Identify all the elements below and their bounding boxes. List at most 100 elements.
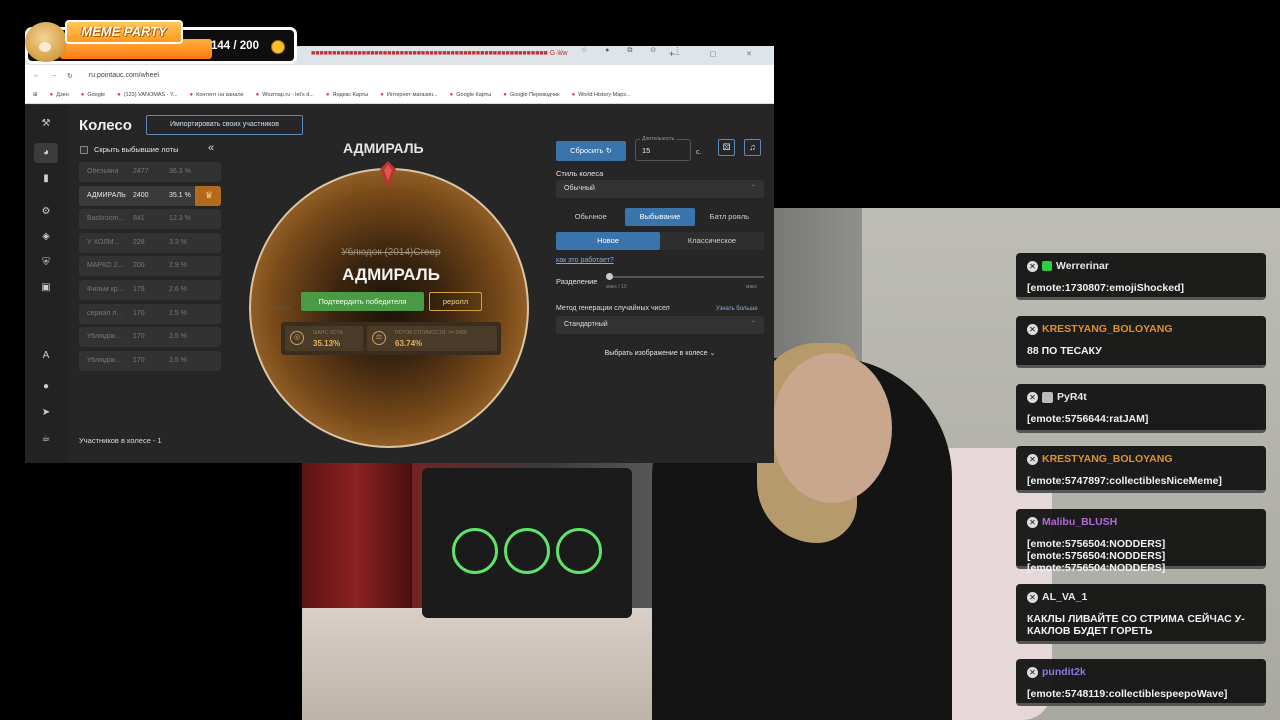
chat-message: ✕ KRESTYANG_BOLOYANG 88 ПО ТЕСАКУ [1016,316,1266,368]
import-participants-button[interactable]: Импортировать своих участников [146,115,303,135]
bookmark[interactable]: Контент на канале [190,92,243,98]
lots-list: Обезьяна 2477 36.3 % АДМИРАЛЬ 2400 35.1 % ♛ B… [79,162,221,374]
lot-item-winner[interactable]: АДМИРАЛЬ 2400 35.1 % ♛ [79,185,221,206]
winner-name: АДМИРАЛЬ [342,265,440,284]
bookmark[interactable]: Дзен [50,92,68,98]
how-it-works-link[interactable]: как это работает? [556,257,614,264]
wheel-style-select[interactable]: Обычный [556,179,764,198]
mode-battle-royale[interactable]: Батл рояль [695,208,764,226]
mode-elimination[interactable]: Выбывание [625,208,695,226]
lot-item[interactable]: Ублюдок... 170 2.5 % [79,327,221,348]
lot-name: Обезьяна [87,168,119,175]
lot-item[interactable]: Ублюдок... 170 2.5 % [79,350,221,371]
apps-icon[interactable]: ⊞ [33,92,38,98]
lot-item[interactable]: У ХОЛМ... 228 3.3 % [79,232,221,253]
close-icon: ✕ [1027,260,1038,272]
variant-classic[interactable]: Классическое [660,232,764,250]
bookmark[interactable]: Google Карты [450,92,491,98]
slider-handle[interactable] [606,273,613,280]
winner-heading: АДМИРАЛЬ [343,140,424,156]
chat-username: Malibu_BLUSH [1042,516,1118,528]
bookmark[interactable]: Wozmap.ru - let's d... [256,92,314,98]
gear-icon[interactable]: ⚙ [39,205,53,219]
learn-more-link[interactable]: Узнать больше [716,306,758,312]
split-slider[interactable] [606,273,764,280]
stats-icon[interactable]: ▮ [39,172,53,186]
translate-icon[interactable]: A [39,349,53,363]
auction-icon[interactable]: ⚒ [39,117,53,131]
back-icon[interactable]: ← [33,72,40,79]
music-icon[interactable]: ♫ [744,139,761,156]
bookmark[interactable]: Google [81,92,105,98]
lot-name: У ХОЛМ... [87,238,120,246]
reset-button[interactable]: Сбросить ↻ [556,141,626,161]
chat-username: pundit2k [1042,666,1086,678]
reroll-button[interactable]: реролл [429,292,482,311]
chat-username: PyR4t [1057,391,1087,403]
forward-icon[interactable]: → [50,72,57,79]
pick-image-dropdown[interactable]: Выбрать изображение в колесе ⌄ [556,349,764,357]
lot-percent: 12.3 % [169,215,191,223]
shield-icon[interactable]: ⛨ [39,256,53,270]
chat-message: ✕ AL_VA_1 КАКЛЫ ЛИВАЙТЕ СО СТРИМА СЕЙЧАС … [1016,584,1266,644]
wheel-icon[interactable]: ◕ [34,143,58,163]
bookmark[interactable]: Яндекс Карты [326,92,369,98]
toolbar-icons[interactable]: ⋯ ☆ ● ⧉ ⊙ ⋮ [556,46,766,55]
media-icon[interactable]: ▣ [39,281,53,295]
lot-percent: 2.5 % [169,333,187,341]
layers-icon[interactable]: ◈ [39,230,53,244]
rng-label: Метод генерации случайных чисел [556,305,670,312]
split-max-label: макс [746,284,757,290]
refresh-icon: ↻ [605,146,612,155]
bookmark[interactable]: World History Maps... [572,92,630,98]
lot-amount: 170 [133,356,145,364]
loss-value: 63.74% [395,339,423,348]
mode-normal[interactable]: Обычное [556,208,625,226]
lot-chance-value: 35.13% [313,339,341,348]
loss-label: ПОТОК СТОИМОСТИ: >= 2400 [395,330,467,336]
lot-item[interactable]: Фильм кр... 179 2.6 % [79,279,221,300]
chat-username: Werrerinar [1056,260,1109,272]
url-field[interactable]: ru.pointauc.com/wheel [89,72,159,79]
rng-select[interactable]: Стандартный [556,315,764,334]
variant-new[interactable]: Новое [556,232,660,250]
checkbox[interactable] [80,145,88,154]
hide-dropped-label: Скрыть выбывшие лоты [94,145,179,154]
telegram-icon[interactable]: ➤ [39,406,53,420]
bookmark[interactable]: Google Переводчик [503,92,560,98]
chat-message: ✕ Werrerinar [emote:1730807:emojiShocked] [1016,253,1266,300]
lot-name: Ублюдок... [87,356,122,364]
collapse-icon[interactable]: « [208,142,214,154]
wheel-app: ⚒ ◕ ▮ ⚙ ◈ ⛨ ▣ A ● ➤ ☕ Колесо Импортирова… [25,105,774,463]
lot-percent: 2.5 % [169,356,187,364]
stream-scene: ■■■■■■■■■■■■■■■■■■■■■■■■■■■■■■■■■■■■■■■■… [0,0,1280,720]
chat-text: [emote:5747897:collectiblesNiceMeme] [1027,475,1222,487]
chat-username: KRESTYANG_BOLOYANG [1042,453,1173,465]
donate-icon[interactable]: ☕ [39,432,53,446]
bookmark[interactable]: (123) VANOMAS - Y... [117,92,178,98]
reset-label: Сбросить [570,146,604,155]
duration-value[interactable]: 15 [642,146,650,155]
lot-item[interactable]: Обезьяна 2477 36.3 % [79,162,221,182]
lot-name: сериал л... [87,309,123,317]
github-icon[interactable]: ● [39,380,53,394]
confirm-winner-button[interactable]: Подтвердить победителя [301,292,424,311]
lot-item[interactable]: МАРКО 2... 200 2.9 % [79,256,221,277]
dice-icon[interactable]: ⚄ [718,139,735,156]
reload-icon[interactable]: ↻ [67,72,73,80]
variant-selector: Новое Классическое [556,232,764,250]
lot-item[interactable]: сериал л... 170 2.5 % [79,303,221,324]
lot-chance-label: ШАНС ЛОТА [313,330,343,336]
wheel[interactable]: Ублюдок (2014)Creep АДМИРАЛЬ ЧАЛМИ... По… [249,168,529,448]
chat-username: KRESTYANG_BOLOYANG [1042,323,1173,335]
lot-amount: 2477 [133,168,149,175]
duration-input[interactable]: Длительность 15 [635,136,691,161]
side-rail: ⚒ ◕ ▮ ⚙ ◈ ⛨ ▣ A ● ➤ ☕ [25,105,68,463]
lot-name: Backroom... [87,215,125,223]
bookmark[interactable]: Интернет-магазин... [380,92,438,98]
hide-dropped-toggle[interactable]: Скрыть выбывшие лоты [80,145,179,154]
lot-percent: 2.5 % [169,309,187,317]
lot-item[interactable]: Backroom... 841 12.3 % [79,209,221,230]
chat-username: AL_VA_1 [1042,591,1088,603]
chat-user: ✕ KRESTYANG_BOLOYANG [1027,453,1173,465]
